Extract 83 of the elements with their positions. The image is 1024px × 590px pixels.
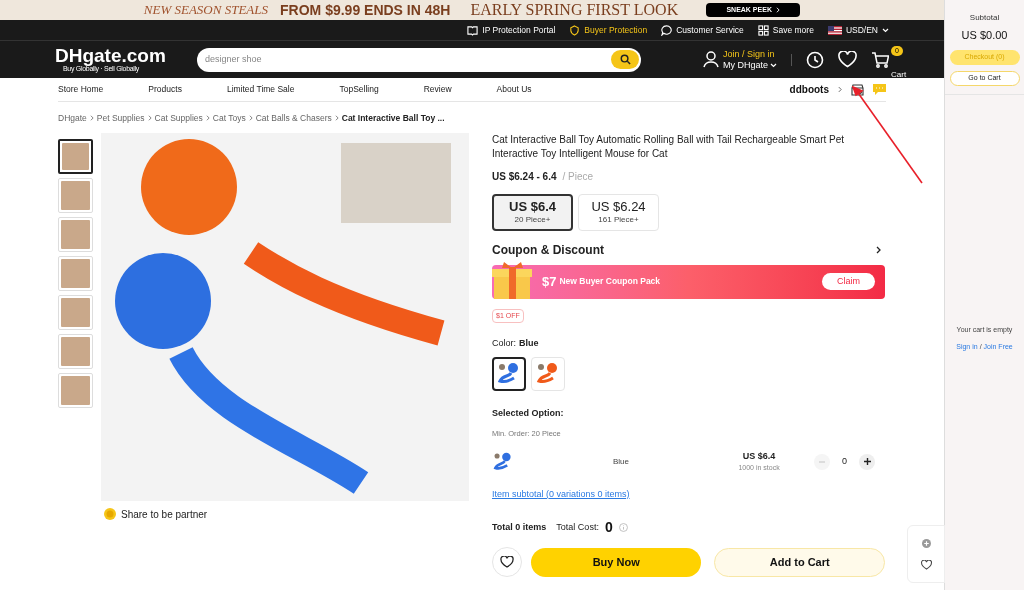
chevron-right-icon [775,7,780,13]
logo[interactable]: DHgate.com [55,46,175,65]
chat-icon [661,24,673,36]
breadcrumb-link[interactable]: Pet Supplies [96,112,145,125]
grid-icon [757,24,769,36]
selected-option-heading: Selected Option: [492,406,565,420]
chevron-right-icon [89,115,94,122]
caret-down-icon [882,27,889,33]
option-price: US $6.4 [742,449,776,463]
buy-now-button[interactable]: Buy Now [530,547,702,577]
breadcrumb-current: Cat Interactive Ball Toy ... [341,112,445,125]
claim-button[interactable]: Claim [822,273,875,291]
gallery-thumbnail[interactable] [58,138,93,174]
flag-icon [827,25,842,35]
share-link[interactable]: Share to be partner [121,506,208,522]
search-icon [619,54,631,65]
option-name: Blue [613,455,629,468]
chevron-right-icon [838,86,842,93]
price-tier-option[interactable]: US $6.4 20 Piece+ [492,193,573,231]
add-to-cart-button[interactable]: Add to Cart [714,547,885,577]
coupon-text: New Buyer Coupon Pack [559,275,661,289]
chevron-right-icon[interactable] [876,245,881,254]
promo-text: NEW SEASON STEALS [143,1,269,20]
promo-text: EARLY SPRING FIRST LOOK [470,0,679,20]
plus-icon [863,458,871,465]
total-cost-label: Total Cost: [556,520,599,534]
total-items: Total 0 items [492,520,547,534]
variant-thumbnail-icon [492,450,514,473]
book-icon [467,24,479,36]
join-sign-in-link[interactable]: Join / Sign in [723,48,777,60]
breadcrumb-link[interactable]: DHgate [58,112,87,125]
cart-icon[interactable] [871,51,889,68]
promo-text: FROM $9.99 ENDS IN 48H [280,0,451,20]
history-clock-icon[interactable] [806,50,824,69]
caret-down-icon [770,62,777,68]
breadcrumb-link[interactable]: Cat Balls & Chasers [255,112,332,125]
breadcrumb-link[interactable]: Cat Toys [212,112,246,125]
chevron-right-icon [334,115,339,122]
subtotal-value: US $0.00 [961,28,1008,43]
plus-circle-icon[interactable] [921,538,931,548]
store-nav-link[interactable]: Store Home [58,83,104,96]
color-value: Blue [519,337,539,351]
subtotal-label: Subtotal [969,12,1000,24]
price-range: US $6.24 - 6.4 [492,169,557,184]
top-bar-link[interactable]: IP Protection Portal [467,23,556,37]
search-field[interactable]: designer shoe [197,47,641,72]
top-bar-link[interactable]: Save more [757,23,814,37]
store-nav-link[interactable]: Review [423,83,452,96]
coupon-heading: Coupon & Discount [492,241,604,259]
total-cost-value: 0 [604,518,613,537]
top-bar-link[interactable]: Buyer Protection [569,23,648,37]
quantity-value[interactable]: 0 [830,454,859,469]
breadcrumb-link[interactable]: Cat Supplies [154,112,203,125]
coin-icon [104,508,116,521]
increase-button[interactable] [859,453,875,470]
gift-box-icon [492,260,532,299]
chevron-right-icon [205,115,210,122]
store-name-link[interactable]: ddboots [789,82,829,97]
user-icon [703,51,719,68]
color-swatch[interactable] [492,356,526,391]
search-input[interactable]: designer shoe [205,52,611,67]
chevron-right-icon [147,115,152,122]
store-icon[interactable] [851,83,864,96]
heart-icon[interactable] [920,559,932,570]
product-title: Cat Interactive Ball Toy Automatic Rolling Ball with Tail Rechargeable Smart Pet Interactive Toy Intelligent Mouse for Cat [492,132,846,161]
chevron-right-icon [248,115,253,122]
locale-selector[interactable]: USD/EN [827,23,889,37]
top-bar-link[interactable]: Customer Service [661,23,744,37]
store-nav-link[interactable]: Limited Time Sale [226,83,295,96]
color-label: Color: [492,337,516,351]
price-unit: / Piece [562,169,594,184]
price-tier-option[interactable]: US $6.24 161 Piece+ [578,193,659,231]
account-menu[interactable]: My DHgate [723,59,777,71]
cart-label[interactable]: Cart [891,68,907,81]
store-nav-link[interactable]: About Us [496,83,532,96]
search-button[interactable] [611,50,639,69]
coupon-banner[interactable]: $7 New Buyer Coupon Pack Claim [492,264,885,299]
store-nav-link[interactable]: Products [148,83,182,96]
coupon-amount: $7 [542,273,557,291]
item-subtotal-link[interactable]: Item subtotal (0 variations 0 items) [492,487,630,501]
store-nav-link[interactable]: TopSelling [339,83,379,96]
shield-icon [569,24,581,36]
heart-icon [499,556,514,568]
